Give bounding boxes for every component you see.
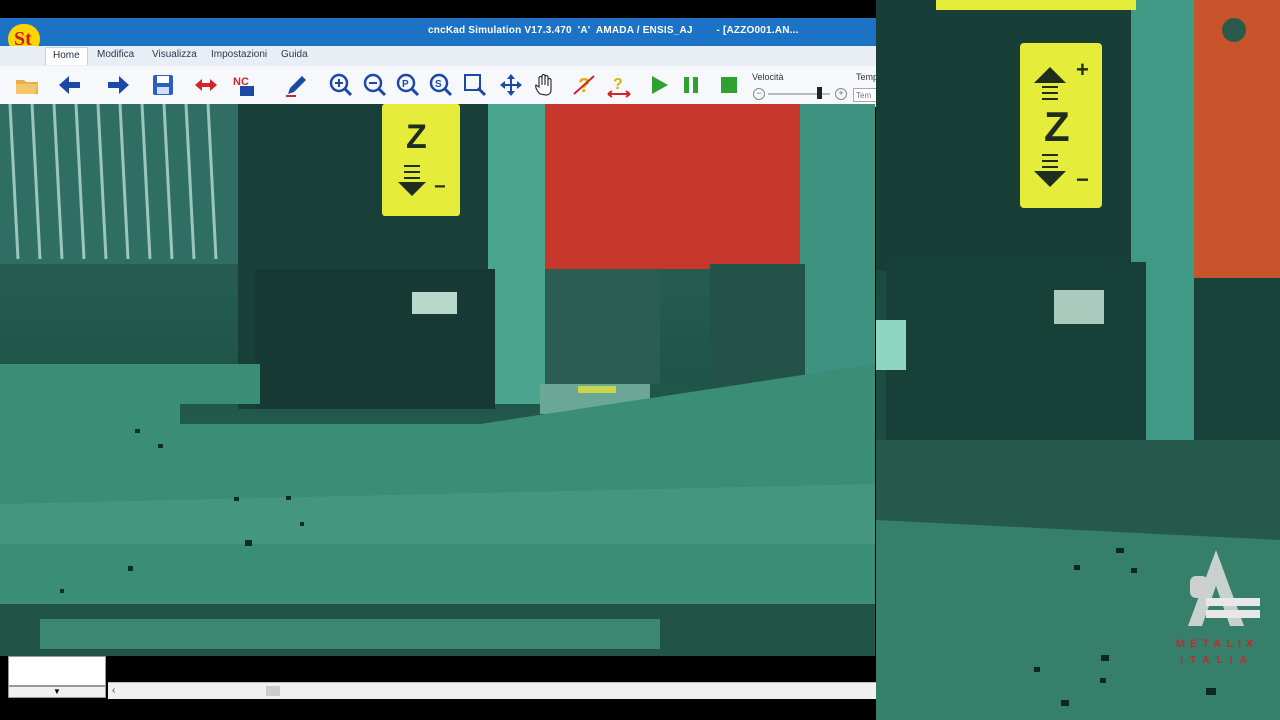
z-axis-plate-right: + Z − — [1020, 43, 1102, 208]
title-bar: cncKad Simulation V17.3.470 'A' AMADA / … — [0, 18, 876, 46]
z-plus-sign: + — [1076, 57, 1089, 82]
pencil-icon[interactable] — [284, 72, 310, 98]
pause-icon[interactable] — [678, 72, 704, 98]
window-title: cncKad Simulation V17.3.470 'A' AMADA / … — [428, 25, 799, 36]
zoom-in-icon[interactable] — [328, 72, 354, 98]
hand-icon[interactable] — [532, 72, 558, 98]
ribbon-toolbar: NC P S ? ? Velocità − + Temp — [0, 66, 876, 107]
arrow-down-icon — [1034, 154, 1066, 187]
arrow-right-icon[interactable] — [106, 72, 132, 98]
svg-text:?: ? — [613, 76, 623, 93]
z-axis-plate-left: Z − — [382, 104, 460, 216]
metalix-watermark: METALIX ITALIA — [1162, 546, 1272, 676]
pan-icon[interactable] — [498, 72, 524, 98]
arrow-up-icon — [1034, 67, 1066, 100]
scroll-left-icon[interactable]: ‹ — [112, 685, 115, 696]
temp-input[interactable] — [853, 88, 876, 102]
watermark-line2: ITALIA — [1180, 655, 1254, 666]
ribbon-tabs: Home Modifica Visualizza Impostazioni Gu… — [0, 46, 876, 67]
zoom-s-icon[interactable]: S — [428, 72, 454, 98]
z-axis-letter-right: Z — [1044, 103, 1070, 150]
speed-increase-button[interactable]: + — [835, 88, 847, 100]
svg-text:S: S — [435, 79, 442, 90]
stop-icon[interactable] — [716, 72, 742, 98]
open-folder-icon[interactable] — [14, 72, 40, 98]
tab-modifica[interactable]: Modifica — [97, 49, 134, 60]
scrollbar-thumb[interactable] — [266, 686, 280, 696]
z-axis-letter: Z — [406, 118, 427, 156]
metalix-logo-icon — [1188, 550, 1260, 626]
question-arrow-icon[interactable]: ? — [606, 72, 632, 98]
tab-guida[interactable]: Guida — [281, 49, 308, 60]
tab-home[interactable]: Home — [45, 47, 88, 65]
question-icon[interactable]: ? — [572, 72, 598, 98]
arrow-left-icon[interactable] — [56, 72, 82, 98]
save-icon[interactable] — [150, 72, 176, 98]
speed-slider-thumb[interactable] — [817, 87, 822, 99]
arrow-down-icon — [398, 165, 426, 196]
tab-impostazioni[interactable]: Impostazioni — [211, 49, 267, 60]
tab-visualizza[interactable]: Visualizza — [152, 49, 197, 60]
zoom-p-icon[interactable]: P — [395, 72, 421, 98]
svg-text:P: P — [402, 79, 409, 90]
status-panel[interactable] — [8, 656, 106, 686]
z-minus-sign: − — [434, 176, 446, 198]
zoom-out-icon[interactable] — [362, 72, 388, 98]
horizontal-scrollbar[interactable]: ‹ — [108, 682, 876, 699]
chevron-down-icon[interactable]: ▼ — [8, 686, 106, 698]
video-left-panel: Z − — [0, 104, 875, 656]
z-minus-sign-right: − — [1076, 167, 1089, 192]
zoom-window-icon[interactable] — [462, 72, 488, 98]
watermark-line1: METALIX — [1175, 638, 1259, 650]
speed-decrease-button[interactable]: − — [753, 88, 765, 100]
speed-label: Velocità — [752, 72, 784, 82]
double-arrow-icon[interactable] — [193, 72, 219, 98]
play-icon[interactable] — [646, 72, 672, 98]
nc-icon[interactable]: NC — [232, 72, 258, 98]
temp-label: Temp — [856, 72, 876, 82]
bottom-bar — [0, 656, 876, 682]
